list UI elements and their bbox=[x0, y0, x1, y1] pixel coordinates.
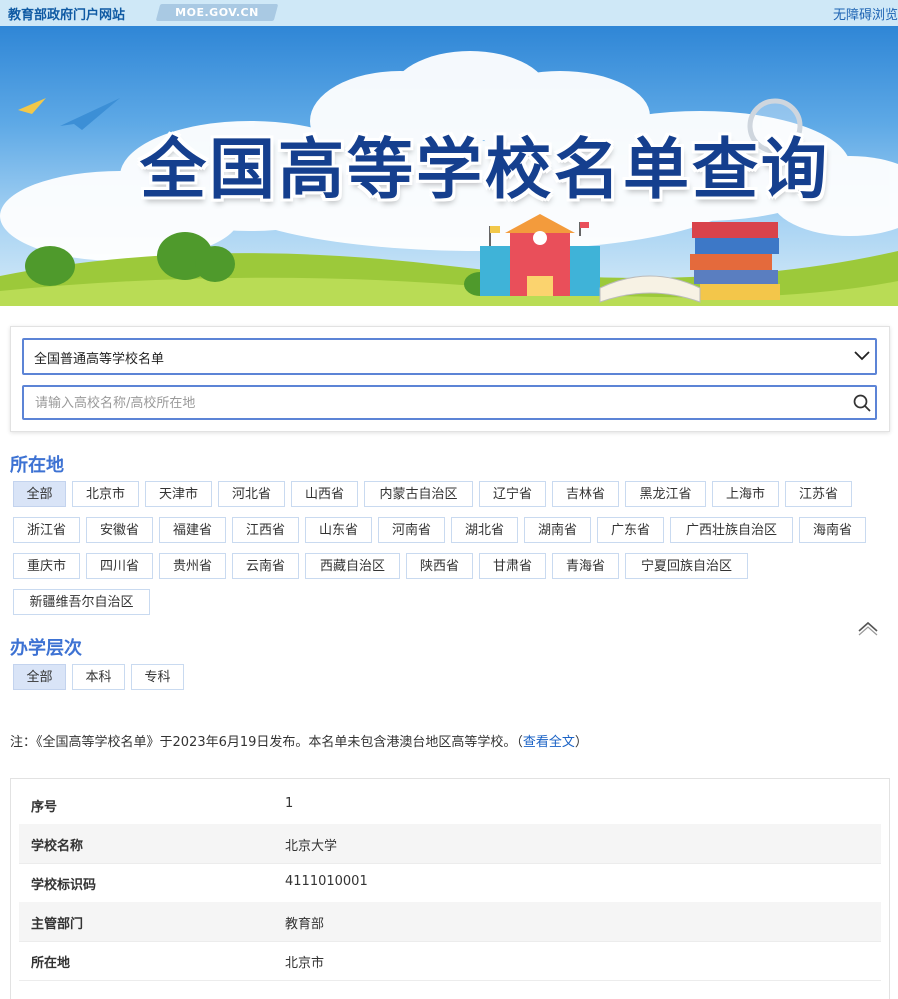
school-building bbox=[480, 214, 600, 296]
table-row: 学校标识码 4111010001 bbox=[19, 863, 881, 903]
location-chip[interactable]: 浙江省 bbox=[13, 517, 80, 543]
paper-plane-yellow bbox=[18, 98, 46, 114]
banner: 全国高等学校名单查询 bbox=[0, 26, 898, 306]
location-chip[interactable]: 海南省 bbox=[799, 517, 866, 543]
row-value: 北京大学 bbox=[285, 839, 338, 854]
search-input[interactable] bbox=[33, 391, 837, 415]
location-chip[interactable]: 天津市 bbox=[145, 481, 212, 507]
location-chip[interactable]: 内蒙古自治区 bbox=[364, 481, 473, 507]
location-chip[interactable]: 河南省 bbox=[378, 517, 445, 543]
site-title[interactable]: 教育部政府门户网站 bbox=[8, 4, 125, 23]
location-chip[interactable]: 福建省 bbox=[159, 517, 226, 543]
domain-text: MOE.GOV.CN bbox=[175, 6, 259, 19]
row-label: 学校名称 bbox=[31, 839, 84, 854]
top-bar: 教育部政府门户网站 MOE.GOV.CN 无障碍浏览 bbox=[0, 0, 898, 26]
note-suffix: ） bbox=[574, 735, 588, 750]
table-row: 序号 1 bbox=[19, 785, 881, 825]
location-chip[interactable]: 江苏省 bbox=[785, 481, 852, 507]
chevron-up-icon[interactable] bbox=[856, 619, 880, 641]
note-text: 注：《全国高等学校名单》于2023年6月19日发布。本名单未包含港澳台地区高等学… bbox=[10, 735, 523, 750]
location-chip[interactable]: 云南省 bbox=[232, 553, 299, 579]
row-value: 1 bbox=[285, 796, 294, 811]
row-value: 北京市 bbox=[285, 956, 325, 971]
list-type-select[interactable]: 全国普通高等学校名单 bbox=[22, 338, 877, 375]
row-value: 4111010001 bbox=[285, 874, 368, 889]
domain-badge: MOE.GOV.CN bbox=[155, 4, 279, 21]
location-chip[interactable]: 新疆维吾尔自治区 bbox=[13, 589, 150, 615]
accessibility-link[interactable]: 无障碍浏览 bbox=[833, 4, 898, 23]
location-chip[interactable]: 重庆市 bbox=[13, 553, 80, 579]
location-chip[interactable]: 吉林省 bbox=[552, 481, 619, 507]
location-chip[interactable]: 山西省 bbox=[291, 481, 358, 507]
banner-title: 全国高等学校名单查询 bbox=[140, 131, 830, 208]
search-icon[interactable] bbox=[853, 394, 871, 416]
table-row: 所在地 北京市 bbox=[19, 941, 881, 981]
location-chip[interactable]: 安徽省 bbox=[86, 517, 153, 543]
chevron-down-icon[interactable] bbox=[853, 347, 871, 369]
release-note: 注：《全国高等学校名单》于2023年6月19日发布。本名单未包含港澳台地区高等学… bbox=[10, 731, 588, 750]
table-row: 学校名称 北京大学 bbox=[19, 824, 881, 864]
view-full-text-link[interactable]: 查看全文 bbox=[523, 735, 575, 750]
location-chip[interactable]: 全部 bbox=[13, 481, 66, 507]
location-chip[interactable]: 陕西省 bbox=[406, 553, 473, 579]
level-chip[interactable]: 全部 bbox=[13, 664, 66, 690]
location-chip[interactable]: 四川省 bbox=[86, 553, 153, 579]
location-chip[interactable]: 宁夏回族自治区 bbox=[625, 553, 748, 579]
row-label: 序号 bbox=[31, 800, 58, 815]
location-chip[interactable]: 甘肃省 bbox=[479, 553, 546, 579]
level-title: 办学层次 bbox=[10, 638, 82, 659]
level-chip[interactable]: 本科 bbox=[72, 664, 125, 690]
row-value: 教育部 bbox=[285, 917, 325, 932]
table-row: 主管部门 教育部 bbox=[19, 902, 881, 942]
location-chip[interactable]: 河北省 bbox=[218, 481, 285, 507]
search-panel: 全国普通高等学校名单 bbox=[10, 326, 890, 432]
row-label: 所在地 bbox=[31, 956, 71, 971]
location-chip[interactable]: 黑龙江省 bbox=[625, 481, 706, 507]
list-type-value: 全国普通高等学校名单 bbox=[34, 352, 165, 367]
location-title: 所在地 bbox=[10, 455, 64, 476]
row-label: 学校标识码 bbox=[31, 878, 97, 893]
location-chip[interactable]: 上海市 bbox=[712, 481, 779, 507]
location-chip[interactable]: 湖北省 bbox=[451, 517, 518, 543]
location-chip[interactable]: 青海省 bbox=[552, 553, 619, 579]
search-field[interactable] bbox=[22, 385, 877, 420]
level-chip[interactable]: 专科 bbox=[131, 664, 184, 690]
paper-plane-blue bbox=[60, 98, 120, 130]
location-chip[interactable]: 湖南省 bbox=[524, 517, 591, 543]
location-chip[interactable]: 辽宁省 bbox=[479, 481, 546, 507]
location-chip[interactable]: 广东省 bbox=[597, 517, 664, 543]
location-chip[interactable]: 贵州省 bbox=[159, 553, 226, 579]
location-chip[interactable]: 山东省 bbox=[305, 517, 372, 543]
row-label: 主管部门 bbox=[31, 917, 84, 932]
location-chip[interactable]: 西藏自治区 bbox=[305, 553, 400, 579]
location-chip[interactable]: 广西壮族自治区 bbox=[670, 517, 793, 543]
location-chip[interactable]: 北京市 bbox=[72, 481, 139, 507]
result-card: 序号 1 学校名称 北京大学 学校标识码 4111010001 主管部门 教育部… bbox=[10, 778, 890, 999]
location-chip[interactable]: 江西省 bbox=[232, 517, 299, 543]
